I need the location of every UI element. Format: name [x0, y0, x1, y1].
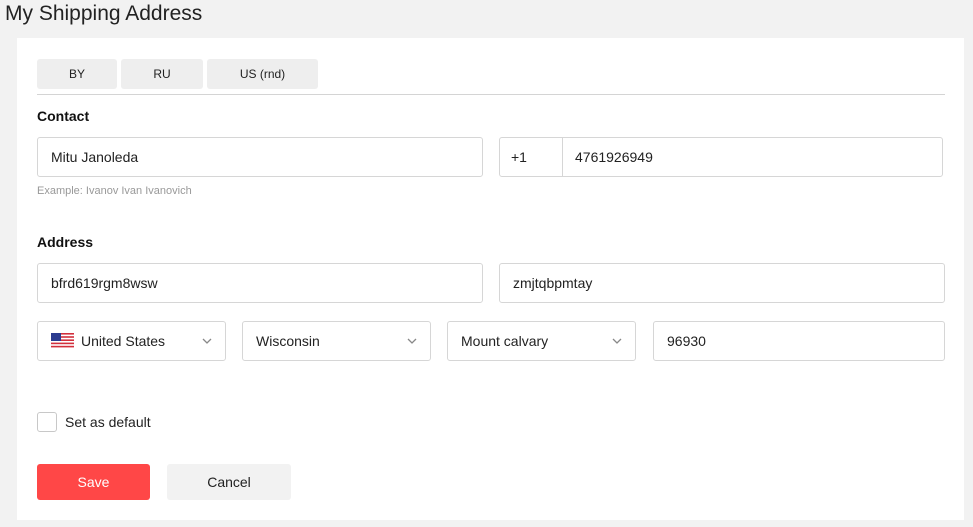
phone-number-input[interactable]: 4761926949: [563, 149, 653, 165]
chevron-down-icon: [400, 322, 424, 360]
contact-name-value: Mitu Janoleda: [51, 149, 139, 165]
street-address-value: bfrd619rgm8wsw: [51, 275, 158, 291]
chevron-down-icon: [195, 322, 219, 360]
zip-code-value: 96930: [667, 333, 706, 349]
contact-name-hint: Example: Ivanov Ivan Ivanovich: [37, 185, 192, 197]
city-select[interactable]: Mount calvary: [447, 321, 636, 361]
address-heading: Address: [37, 234, 94, 250]
tab-us-rnd[interactable]: US (rnd): [207, 59, 318, 89]
street-address-2-field[interactable]: zmjtqbpmtay: [499, 263, 945, 303]
state-value: Wisconsin: [256, 333, 320, 349]
street-address-field[interactable]: bfrd619rgm8wsw: [37, 263, 483, 303]
phone-field: +1 4761926949: [499, 137, 943, 177]
state-select[interactable]: Wisconsin: [242, 321, 431, 361]
phone-country-code[interactable]: +1: [500, 138, 563, 176]
city-value: Mount calvary: [461, 333, 549, 349]
set-default-checkbox[interactable]: [37, 412, 57, 432]
tab-by[interactable]: BY: [37, 59, 117, 89]
tabs-divider: [37, 94, 945, 95]
tab-ru[interactable]: RU: [121, 59, 203, 89]
contact-heading: Contact: [37, 108, 90, 124]
chevron-down-icon: [605, 322, 629, 360]
zip-code-field[interactable]: 96930: [653, 321, 945, 361]
us-flag-icon: [51, 333, 74, 349]
country-select[interactable]: United States: [37, 321, 226, 361]
cancel-button[interactable]: Cancel: [167, 464, 291, 500]
page-title: My Shipping Address: [5, 2, 203, 25]
set-default-option[interactable]: Set as default: [37, 412, 151, 432]
set-default-label: Set as default: [65, 414, 151, 430]
country-value: United States: [81, 333, 166, 349]
contact-name-field[interactable]: Mitu Janoleda: [37, 137, 483, 177]
shipping-address-card: BY RU US (rnd) Contact Mitu Janoleda +1 …: [17, 38, 964, 520]
street-address-2-value: zmjtqbpmtay: [513, 275, 593, 291]
save-button[interactable]: Save: [37, 464, 150, 500]
